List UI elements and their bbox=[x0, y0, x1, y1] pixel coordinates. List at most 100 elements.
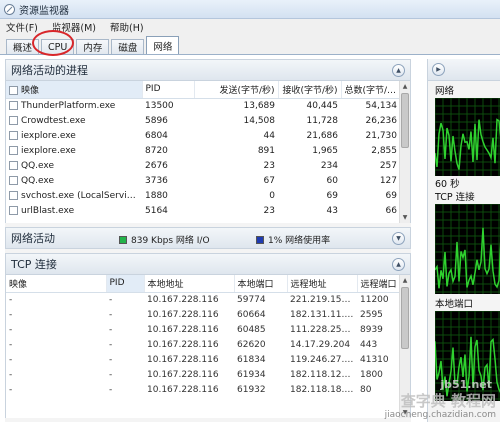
tab-memory[interactable]: 内存 bbox=[76, 39, 110, 54]
tcp-section-header[interactable]: TCP 连接 ▲ bbox=[5, 253, 411, 275]
tcp-scroll-up-icon[interactable]: ▲ bbox=[400, 275, 410, 286]
process-row[interactable]: QQ.exe 2676 23 234 257 bbox=[6, 158, 400, 173]
tcp-row[interactable]: - - 10.167.228.116 61834 119.246.27.67 41310 bbox=[6, 352, 400, 367]
collapse-tcp-button[interactable]: ▲ bbox=[392, 258, 405, 271]
process-pid-cell: 8720 bbox=[145, 145, 168, 156]
tcp-row[interactable]: - - 10.167.228.116 61932 182.118.18.82 80 bbox=[6, 382, 400, 397]
col-send[interactable]: 发送(字节/秒) bbox=[194, 81, 279, 99]
tcp-remote-port-cell: 80 bbox=[360, 384, 372, 395]
tcp-list: 映像 PID 本地地址 本地端口 远程地址 远程端口 - - 10.167.228.… bbox=[5, 275, 411, 418]
tcp-remote-port-cell: 41310 bbox=[360, 354, 389, 365]
resource-monitor-icon bbox=[4, 3, 15, 15]
tcp-remote-address-cell: 182.118.125.29 bbox=[290, 369, 357, 380]
tcp-row[interactable]: - - 10.167.228.116 60664 182.131.11.55 2595 bbox=[6, 307, 400, 322]
network-activity-header[interactable]: 网络活动 839 Kbps 网络 I/O 1% 网络使用率 ▼ bbox=[5, 227, 411, 249]
collapse-processes-button[interactable]: ▲ bbox=[392, 64, 405, 77]
process-receive-cell: 60 bbox=[326, 175, 338, 186]
tcp-local-address-cell: 10.167.228.116 bbox=[147, 384, 219, 395]
process-checkbox[interactable] bbox=[9, 145, 18, 155]
process-send-cell: 23 bbox=[263, 205, 275, 216]
process-receive-cell: 21,686 bbox=[306, 130, 339, 141]
tcp-row[interactable]: - - 10.167.228.116 61934 182.118.125.29 1800 bbox=[6, 367, 400, 382]
tcp-local-address-cell: 10.167.228.116 bbox=[147, 339, 219, 350]
process-row[interactable]: QQ.exe 3736 67 60 127 bbox=[6, 173, 400, 188]
tcp-table: 映像 PID 本地地址 本地端口 远程地址 远程端口 - - 10.167.228.… bbox=[6, 275, 401, 397]
tab-overview[interactable]: 概述 bbox=[6, 39, 40, 54]
process-row[interactable]: svchost.exe (LocalServiceA... 1880 0 69 69 bbox=[6, 188, 400, 203]
tcp-remote-port-cell: 1800 bbox=[360, 369, 383, 380]
tcp-remote-port-cell: 11200 bbox=[360, 294, 389, 305]
process-pid-cell: 2676 bbox=[145, 160, 168, 171]
process-row[interactable]: iexplore.exe 8720 891 1,965 2,855 bbox=[6, 143, 400, 158]
process-row[interactable]: ThunderPlatform.exe 13500 13,689 40,445 54,1… bbox=[6, 98, 400, 113]
tcp-row[interactable]: - - 10.167.228.116 59774 221.219.152.2... 112… bbox=[6, 292, 400, 307]
tcp-col-pid[interactable]: PID bbox=[106, 275, 145, 293]
col-image[interactable]: 映像 bbox=[6, 81, 143, 99]
tcp-row[interactable]: - - 10.167.228.116 62620 14.17.29.204 443 bbox=[6, 337, 400, 352]
tab-network[interactable]: 网络 bbox=[146, 36, 180, 54]
tcp-pid-cell: - bbox=[109, 294, 113, 305]
graph-toolbar: ▶ bbox=[428, 59, 500, 81]
process-receive-cell: 69 bbox=[326, 190, 338, 201]
tcp-remote-address-cell: 14.17.29.204 bbox=[290, 339, 351, 350]
processes-list: 映像 PID 发送(字节/秒) 接收(字节/秒) 总数(字节/秒) Thunde… bbox=[5, 81, 411, 223]
tab-bar: 概述 CPU 内存 磁盘 网络 bbox=[0, 35, 500, 55]
process-total-cell: 21,730 bbox=[365, 130, 398, 141]
tcp-col-image[interactable]: 映像 bbox=[6, 275, 107, 293]
process-send-cell: 0 bbox=[269, 190, 275, 201]
tab-disk[interactable]: 磁盘 bbox=[111, 39, 145, 54]
process-checkbox[interactable] bbox=[9, 130, 18, 140]
tcp-section-title: TCP 连接 bbox=[11, 258, 57, 271]
process-send-cell: 23 bbox=[263, 160, 275, 171]
processes-scrollbar[interactable]: ▲ ▼ bbox=[399, 81, 410, 223]
tcp-row[interactable]: - - 10.167.228.116 60485 111.228.251.19 8939 bbox=[6, 322, 400, 337]
scroll-up-icon[interactable]: ▲ bbox=[400, 81, 410, 92]
tcp-local-address-cell: 10.167.228.116 bbox=[147, 309, 219, 320]
process-pid-cell: 6804 bbox=[145, 130, 168, 141]
process-checkbox[interactable] bbox=[9, 205, 18, 215]
processes-section-header[interactable]: 网络活动的进程 ▲ bbox=[5, 59, 411, 81]
col-total[interactable]: 总数(字节/秒) bbox=[341, 81, 401, 99]
tcp-col-local-address[interactable]: 本地地址 bbox=[144, 275, 235, 293]
process-image-cell: QQ.exe bbox=[6, 173, 142, 188]
process-checkbox[interactable] bbox=[9, 160, 18, 170]
menu-monitor[interactable]: 监视器(M) bbox=[52, 20, 96, 34]
tcp-pid-cell: - bbox=[109, 384, 113, 395]
scroll-down-icon[interactable]: ▼ bbox=[400, 212, 410, 223]
tcp-col-remote-address[interactable]: 远程地址 bbox=[287, 275, 358, 293]
scroll-thumb[interactable] bbox=[401, 93, 409, 148]
process-checkbox[interactable] bbox=[9, 115, 18, 125]
process-row[interactable]: Crowdtest.exe 5896 14,508 11,728 26,236 bbox=[6, 113, 400, 128]
process-image-cell: svchost.exe (LocalServiceA... bbox=[6, 188, 142, 203]
process-total-cell: 26,236 bbox=[365, 115, 398, 126]
select-all-checkbox[interactable] bbox=[9, 85, 18, 95]
process-checkbox[interactable] bbox=[9, 190, 18, 200]
tab-cpu[interactable]: CPU bbox=[41, 39, 75, 54]
tcp-remote-port-cell: 443 bbox=[360, 339, 378, 350]
menu-help[interactable]: 帮助(H) bbox=[110, 20, 144, 34]
tcp-scroll-thumb[interactable] bbox=[401, 287, 409, 349]
process-checkbox[interactable] bbox=[9, 100, 18, 110]
col-pid[interactable]: PID bbox=[142, 81, 195, 99]
tcp-scroll-down-icon[interactable]: ▼ bbox=[400, 407, 410, 418]
process-row[interactable]: iexplore.exe 6804 44 21,686 21,730 bbox=[6, 128, 400, 143]
tcp-col-remote-port[interactable]: 远程端口 bbox=[357, 275, 401, 293]
expand-network-activity-button[interactable]: ▼ bbox=[392, 232, 405, 245]
tcp-scrollbar[interactable]: ▲ ▼ bbox=[399, 275, 410, 418]
tcp-local-port-cell: 61932 bbox=[237, 384, 266, 395]
tcp-col-local-port[interactable]: 本地端口 bbox=[234, 275, 288, 293]
process-receive-cell: 234 bbox=[320, 160, 338, 171]
menu-file[interactable]: 文件(F) bbox=[6, 20, 38, 34]
process-row[interactable]: urlBlast.exe 5164 23 43 66 bbox=[6, 203, 400, 218]
network-usage-indicator: 1% 网络使用率 bbox=[256, 233, 330, 246]
col-receive[interactable]: 接收(字节/秒) bbox=[278, 81, 342, 99]
graph-time-label: 60 秒 bbox=[435, 179, 460, 190]
tcp-remote-address-cell: 182.118.18.82 bbox=[290, 384, 356, 395]
tcp-image-cell: - bbox=[9, 294, 13, 305]
tcp-remote-address-cell: 182.131.11.55 bbox=[290, 309, 356, 320]
process-receive-cell: 43 bbox=[326, 205, 338, 216]
graph-panel-toggle-button[interactable]: ▶ bbox=[432, 63, 445, 76]
process-checkbox[interactable] bbox=[9, 175, 18, 185]
tcp-image-cell: - bbox=[9, 384, 13, 395]
tcp-local-address-cell: 10.167.228.116 bbox=[147, 294, 219, 305]
